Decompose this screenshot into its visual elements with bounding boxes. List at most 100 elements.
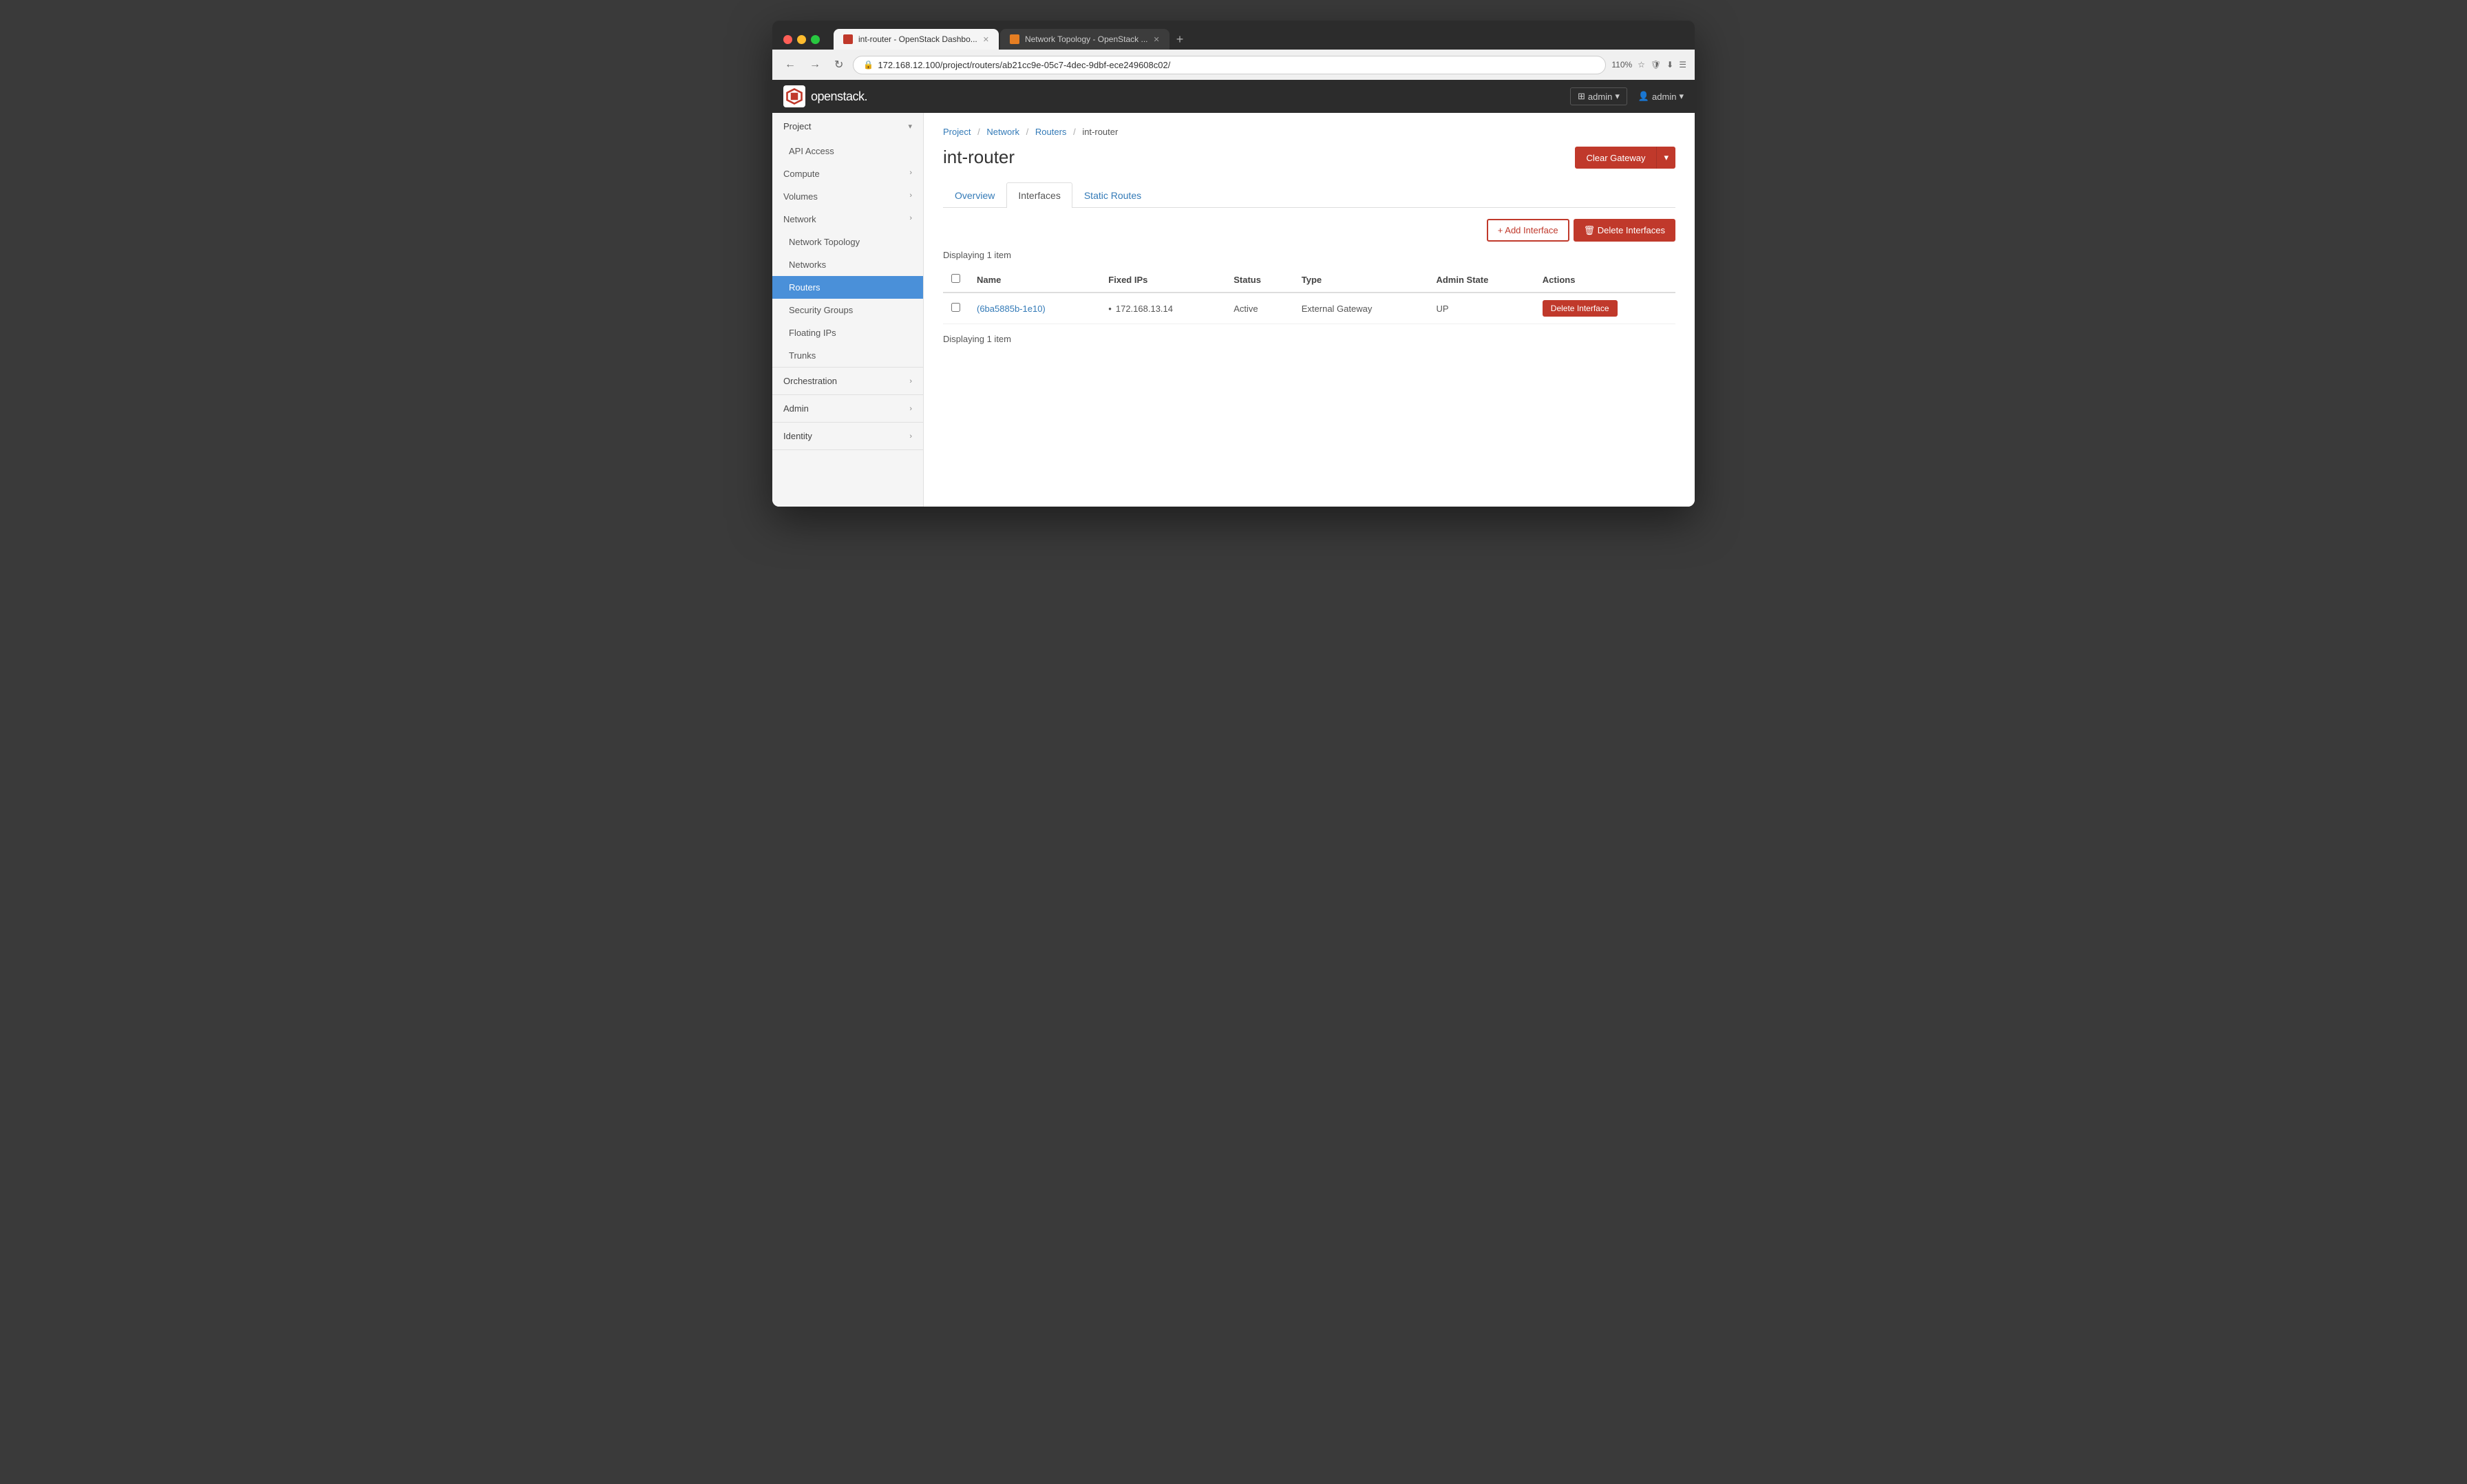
breadcrumb-network[interactable]: Network: [986, 127, 1019, 137]
tab-label-2: Network Topology - OpenStack ...: [1025, 34, 1148, 44]
sidebar-item-network-topology[interactable]: Network Topology: [772, 231, 923, 253]
browser-tabs: int-router - OpenStack Dashbo... ✕ Netwo…: [834, 29, 1684, 50]
browser-tab-1[interactable]: int-router - OpenStack Dashbo... ✕: [834, 29, 999, 50]
content-area: Project / Network / Routers / int-router…: [924, 113, 1695, 507]
browser-tab-2[interactable]: Network Topology - OpenStack ... ✕: [1000, 29, 1169, 50]
breadcrumb-sep-2: /: [1026, 127, 1029, 137]
minimize-button[interactable]: [797, 35, 806, 44]
displaying-text-bottom: Displaying 1 item: [943, 334, 1675, 344]
select-all-checkbox[interactable]: [951, 274, 960, 283]
sidebar-item-network[interactable]: Network ›: [772, 208, 923, 231]
network-chevron: ›: [909, 214, 912, 222]
td-actions: Delete Interface: [1534, 293, 1675, 324]
traffic-lights: [783, 35, 820, 44]
address-text: 172.168.12.100/project/routers/ab21cc9e-…: [878, 60, 1596, 70]
fullscreen-button[interactable]: [811, 35, 820, 44]
breadcrumb: Project / Network / Routers / int-router: [943, 127, 1675, 137]
delete-interfaces-button[interactable]: 🗑 Delete Interfaces: [1574, 219, 1675, 242]
forward-button[interactable]: →: [805, 56, 825, 74]
app-container: openstack. ⊞ admin ▾ 👤 admin ▾: [772, 80, 1695, 507]
sidebar-item-trunks[interactable]: Trunks: [772, 344, 923, 367]
table-header: Name Fixed IPs Status Type: [943, 267, 1675, 293]
brand-name: openstack.: [811, 89, 867, 104]
sidebar: Project ▾ API Access Compute › Volumes ›: [772, 113, 924, 507]
tab-close-2[interactable]: ✕: [1154, 35, 1160, 44]
toolbar-right: 110% ☆ 🛡 ⬇ ☰: [1611, 60, 1686, 70]
zoom-level: 110%: [1611, 60, 1632, 70]
main-layout: Project ▾ API Access Compute › Volumes ›: [772, 113, 1695, 507]
sidebar-section-admin: Admin ›: [772, 395, 923, 423]
security-icon: 🔒: [863, 60, 873, 70]
row-checkbox[interactable]: [951, 303, 960, 312]
project-switcher[interactable]: ⊞ admin ▾: [1570, 87, 1627, 105]
th-checkbox: [943, 267, 968, 293]
sidebar-section-project: Project ▾ API Access Compute › Volumes ›: [772, 113, 923, 368]
user-icon: 👤: [1638, 91, 1649, 102]
user-chevron: ▾: [1679, 91, 1684, 102]
brand: openstack.: [783, 85, 867, 107]
sidebar-item-api-access[interactable]: API Access: [772, 140, 923, 162]
breadcrumb-current: int-router: [1082, 127, 1118, 137]
close-button[interactable]: [783, 35, 792, 44]
sidebar-item-routers[interactable]: Routers: [772, 276, 923, 299]
project-icon: ⊞: [1578, 91, 1585, 102]
page-header: int-router Clear Gateway ▾: [943, 147, 1675, 169]
tab-close-1[interactable]: ✕: [983, 35, 989, 44]
tab-overview[interactable]: Overview: [943, 182, 1006, 208]
top-nav: openstack. ⊞ admin ▾ 👤 admin ▾: [772, 80, 1695, 113]
orchestration-chevron: ›: [909, 377, 912, 385]
top-nav-right: ⊞ admin ▾ 👤 admin ▾: [1570, 87, 1684, 105]
shield-icon[interactable]: 🛡: [1651, 60, 1661, 70]
user-label: admin: [1652, 92, 1676, 102]
breadcrumb-routers[interactable]: Routers: [1035, 127, 1067, 137]
breadcrumb-sep-1: /: [977, 127, 980, 137]
th-fixed-ips: Fixed IPs: [1100, 267, 1225, 293]
sidebar-item-floating-ips[interactable]: Floating IPs: [772, 321, 923, 344]
td-admin-state: UP: [1428, 293, 1534, 324]
sidebar-header-identity[interactable]: Identity ›: [772, 423, 923, 449]
table-toolbar: + Add Interface 🗑 Delete Interfaces: [943, 219, 1675, 242]
delete-interface-button[interactable]: Delete Interface: [1543, 300, 1618, 317]
table-body: (6ba5885b-1e10) 172.168.13.14 Active Ext…: [943, 293, 1675, 324]
th-name: Name: [968, 267, 1100, 293]
menu-icon[interactable]: ☰: [1679, 60, 1686, 70]
td-name: (6ba5885b-1e10): [968, 293, 1100, 324]
td-checkbox: [943, 293, 968, 324]
fixed-ip-value: 172.168.13.14: [1108, 304, 1173, 314]
reload-button[interactable]: ↻: [830, 55, 847, 74]
sidebar-section-identity: Identity ›: [772, 423, 923, 450]
breadcrumb-project[interactable]: Project: [943, 127, 971, 137]
bookmark-icon[interactable]: ☆: [1638, 60, 1645, 70]
new-tab-button[interactable]: +: [1171, 30, 1189, 50]
interface-name-link[interactable]: (6ba5885b-1e10): [977, 304, 1046, 314]
breadcrumb-sep-3: /: [1073, 127, 1076, 137]
brand-logo: [783, 85, 805, 107]
browser-toolbar: ← → ↻ 🔒 172.168.12.100/project/routers/a…: [772, 50, 1695, 80]
sidebar-section-orchestration: Orchestration ›: [772, 368, 923, 395]
sidebar-project-chevron: ▾: [908, 122, 912, 131]
address-bar[interactable]: 🔒 172.168.12.100/project/routers/ab21cc9…: [853, 56, 1606, 74]
user-menu[interactable]: 👤 admin ▾: [1638, 91, 1684, 102]
sidebar-item-volumes[interactable]: Volumes ›: [772, 185, 923, 208]
sidebar-header-orchestration[interactable]: Orchestration ›: [772, 368, 923, 394]
sidebar-header-project[interactable]: Project ▾: [772, 113, 923, 140]
volumes-chevron: ›: [909, 191, 912, 200]
clear-gateway-button[interactable]: Clear Gateway: [1575, 147, 1656, 169]
td-status: Active: [1225, 293, 1293, 324]
tab-favicon-2: [1010, 34, 1019, 44]
tab-label-1: int-router - OpenStack Dashbo...: [858, 34, 977, 44]
sidebar-identity-label: Identity: [783, 431, 812, 441]
download-icon[interactable]: ⬇: [1666, 60, 1673, 70]
td-fixed-ip: 172.168.13.14: [1100, 293, 1225, 324]
sidebar-item-security-groups[interactable]: Security Groups: [772, 299, 923, 321]
interfaces-table: Name Fixed IPs Status Type: [943, 267, 1675, 324]
sidebar-item-networks[interactable]: Networks: [772, 253, 923, 276]
tab-static-routes[interactable]: Static Routes: [1072, 182, 1153, 208]
tab-interfaces[interactable]: Interfaces: [1006, 182, 1072, 208]
clear-gateway-caret[interactable]: ▾: [1656, 147, 1675, 169]
back-button[interactable]: ←: [781, 56, 800, 74]
sidebar-item-compute[interactable]: Compute ›: [772, 162, 923, 185]
add-interface-button[interactable]: + Add Interface: [1487, 219, 1569, 242]
page-title: int-router: [943, 147, 1015, 168]
sidebar-header-admin[interactable]: Admin ›: [772, 395, 923, 422]
